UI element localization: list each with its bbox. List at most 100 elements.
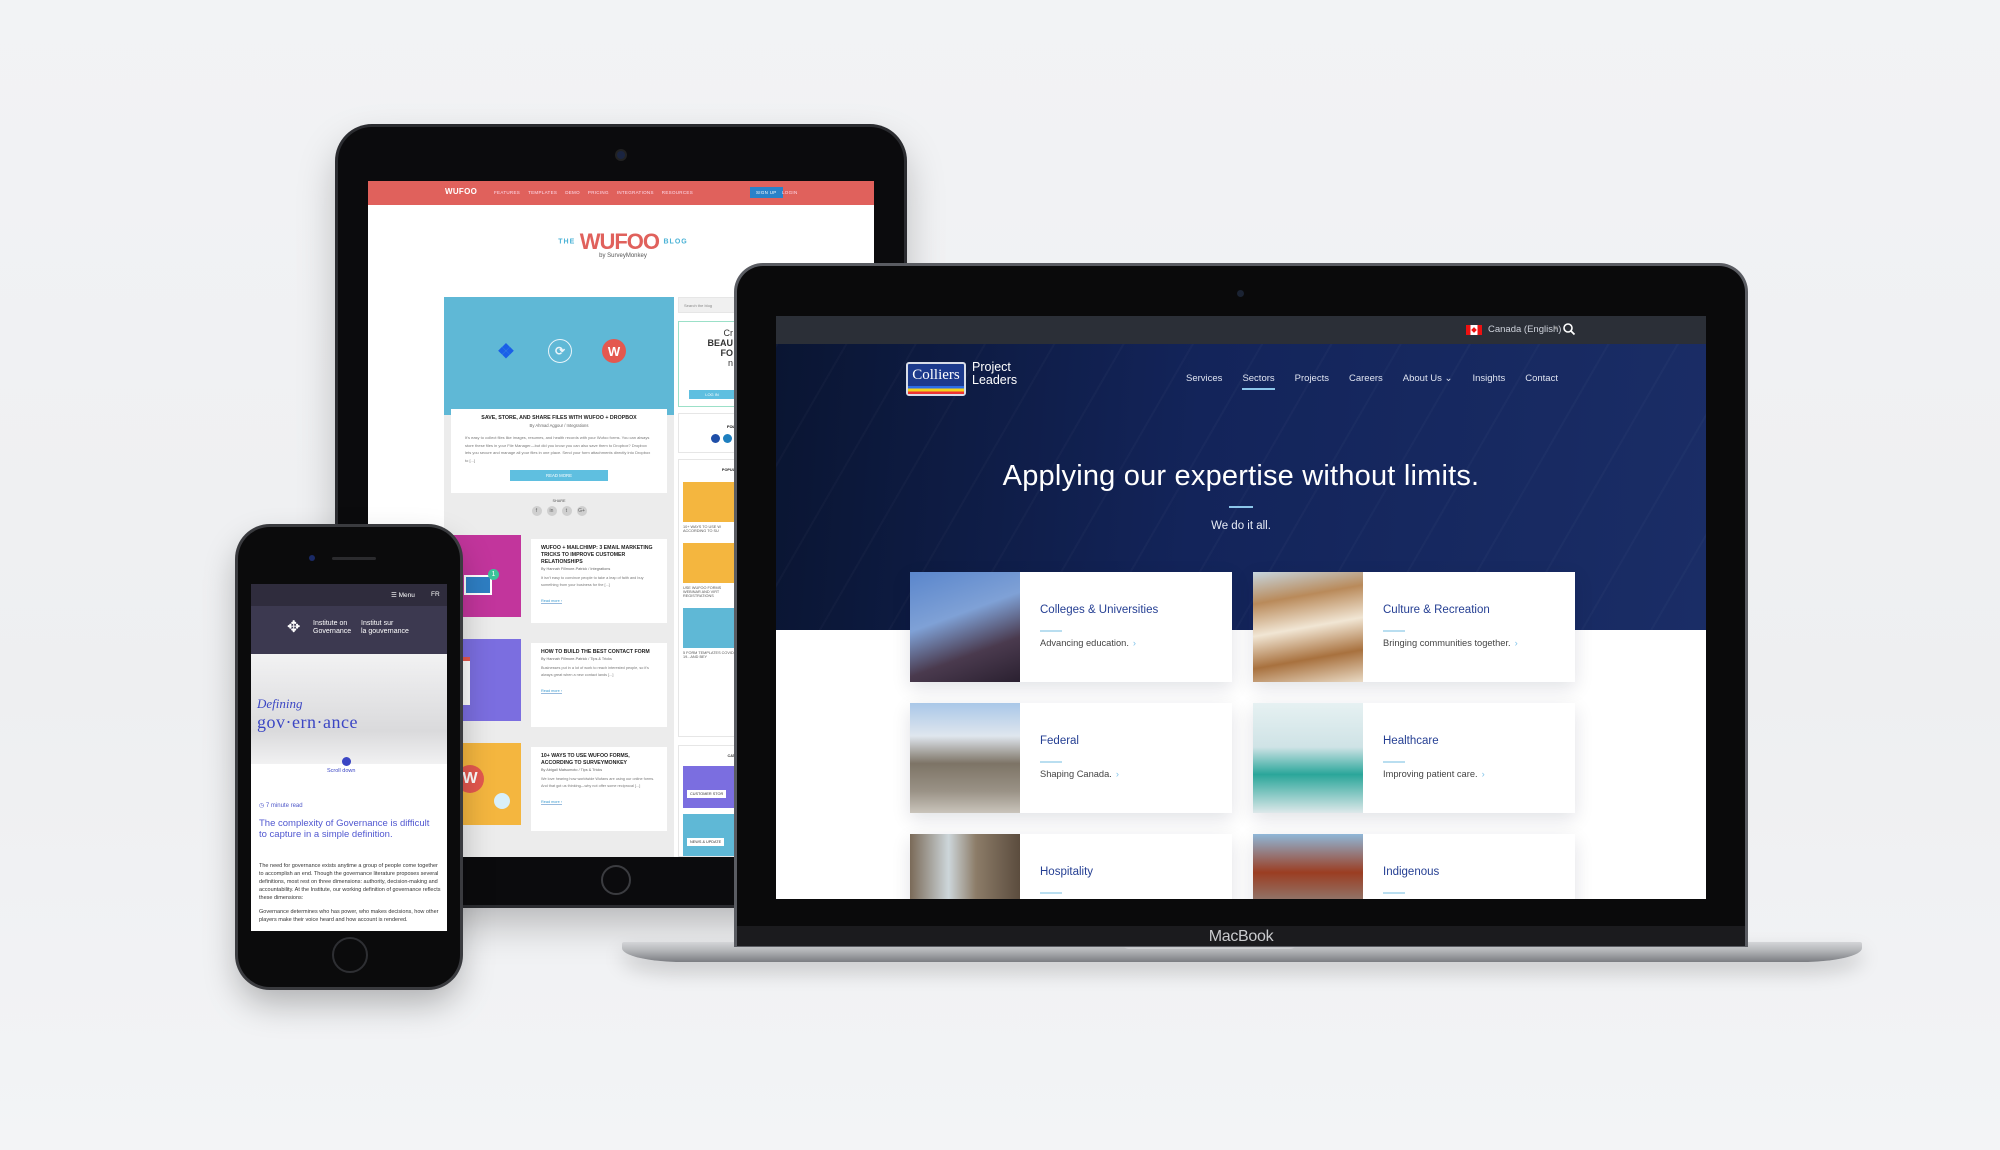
twitter-share-icon[interactable]: t xyxy=(561,506,572,516)
post-title[interactable]: WUFOO + MAILCHIMP: 3 EMAIL MARKETING TRI… xyxy=(541,545,657,566)
institute-logo-icon[interactable]: ✥ xyxy=(287,620,303,636)
nav-insights[interactable]: Insights xyxy=(1472,373,1505,390)
sector-image xyxy=(910,572,1020,682)
popular-item-title[interactable]: USE WUFOO FORMS WEBINAR AND VIRT REGISTR… xyxy=(683,586,737,598)
language-selector[interactable]: Canada (English) xyxy=(1488,324,1561,335)
signup-button[interactable]: SIGN UP xyxy=(750,187,783,198)
nav-link-features[interactable]: FEATURES xyxy=(494,190,520,195)
linkedin-share-icon[interactable]: in xyxy=(546,506,557,516)
nav-services[interactable]: Services xyxy=(1186,373,1222,390)
robot-icon xyxy=(494,793,510,809)
nav-careers[interactable]: Careers xyxy=(1349,373,1383,390)
featured-post-title[interactable]: SAVE, STORE, AND SHARE FILES WITH WUFOO … xyxy=(451,415,667,421)
sector-divider xyxy=(1040,761,1062,763)
sector-subtitle: Advancing education. › xyxy=(1040,638,1136,648)
sector-title[interactable]: Hospitality xyxy=(1040,866,1093,878)
category-tile[interactable]: CUSTOMER STOR xyxy=(683,766,737,808)
nav-link-templates[interactable]: TEMPLATES xyxy=(528,190,557,195)
chevron-right-icon[interactable]: › xyxy=(1482,769,1485,779)
blog-search-input[interactable]: Search the blog xyxy=(678,297,738,313)
sector-title[interactable]: Colleges & Universities xyxy=(1040,604,1158,616)
sector-subtitle: Shaping Canada. › xyxy=(1040,769,1119,779)
sector-card[interactable]: Healthcare Improving patient care. › xyxy=(1253,703,1575,813)
categories-label: CAT xyxy=(727,754,735,758)
language-toggle[interactable]: FR xyxy=(431,591,440,598)
post-read-more-link[interactable]: Read more › xyxy=(541,599,563,604)
sector-divider xyxy=(1383,630,1405,632)
sector-image xyxy=(910,703,1020,813)
read-more-button[interactable]: READ MORE xyxy=(510,470,608,481)
nav-link-demo[interactable]: DEMO xyxy=(565,190,580,195)
article-paragraph: Governance determines who has power, who… xyxy=(259,909,439,923)
wufoo-nav-links: FEATURES TEMPLATES DEMO PRICING INTEGRAT… xyxy=(494,190,693,195)
phone-device: ☰ Menu FR ✥ Institute on Governance Inst… xyxy=(238,527,460,987)
sector-image xyxy=(1253,834,1363,899)
phone-speaker xyxy=(332,557,376,560)
dropbox-icon: ❖ xyxy=(497,340,515,363)
popular-item-title[interactable]: 5 FORM TEMPLATES COVID-19...AND BEY xyxy=(683,651,737,659)
chevron-down-icon: ▾ xyxy=(1554,325,1558,332)
sector-title[interactable]: Federal xyxy=(1040,735,1079,747)
nav-contact[interactable]: Contact xyxy=(1525,373,1558,390)
pull-quote: The complexity of Governance is difficul… xyxy=(259,818,430,840)
read-time: ◷ 7 minute read xyxy=(259,802,303,809)
popular-thumbnail[interactable] xyxy=(683,482,737,522)
popular-thumbnail[interactable] xyxy=(683,543,737,583)
tablet-home-button[interactable] xyxy=(601,865,631,895)
post-read-more-link[interactable]: Read more › xyxy=(541,800,563,805)
chevron-right-icon[interactable]: › xyxy=(1515,638,1518,648)
sector-image xyxy=(1253,572,1363,682)
post-read-more-link[interactable]: Read more › xyxy=(541,689,563,694)
categories-box: CAT CUSTOMER STOR NEWS & UPDATE xyxy=(678,745,738,857)
promo-login-button[interactable]: LOG IN xyxy=(689,390,735,399)
sector-card[interactable]: Hospitality xyxy=(910,834,1232,899)
facebook-icon[interactable] xyxy=(711,434,720,443)
colliers-website-screen: Canada (English) ▾ Colliers Project Lead… xyxy=(776,316,1706,899)
linkedin-icon[interactable] xyxy=(723,434,732,443)
popular-thumbnail[interactable] xyxy=(683,608,737,648)
sector-title[interactable]: Healthcare xyxy=(1383,735,1439,747)
googleplus-share-icon[interactable]: G+ xyxy=(576,506,587,516)
post-title[interactable]: 10+ WAYS TO USE WUFOO FORMS, ACCORDING T… xyxy=(541,753,657,767)
facebook-share-icon[interactable]: f xyxy=(531,506,542,516)
laptop-camera xyxy=(1237,290,1244,297)
sector-card[interactable]: Colleges & Universities Advancing educat… xyxy=(910,572,1232,682)
mobile-top-bar: ☰ Menu FR xyxy=(251,584,447,606)
wufoo-nav-logo[interactable]: WUFOO xyxy=(445,187,477,196)
hamburger-menu-button[interactable]: ☰ Menu xyxy=(391,591,415,599)
sector-card[interactable]: Federal Shaping Canada. › xyxy=(910,703,1232,813)
nav-sectors[interactable]: Sectors xyxy=(1242,373,1275,390)
chevron-right-icon[interactable]: › xyxy=(1116,769,1119,779)
chevron-right-icon[interactable]: › xyxy=(1133,638,1136,648)
nav-about-us[interactable]: About Us ⌄ xyxy=(1403,373,1453,390)
sector-title[interactable]: Indigenous xyxy=(1383,866,1439,878)
post-excerpt: It isn't easy to convince people to take… xyxy=(541,576,644,587)
laptop-brand-label: MacBook xyxy=(1208,928,1274,945)
nav-projects[interactable]: Projects xyxy=(1295,373,1329,390)
popular-item-title[interactable]: 10+ WAYS TO USE W ACCORDING TO SU xyxy=(683,525,737,533)
share-label: SHARE xyxy=(552,499,566,503)
hero-title: Applying our expertise without limits. xyxy=(1002,460,1480,492)
phone-home-button[interactable] xyxy=(332,937,368,973)
scroll-down-label[interactable]: Scroll down xyxy=(327,768,355,774)
post-title[interactable]: HOW TO BUILD THE BEST CONTACT FORM xyxy=(541,649,657,656)
article-paragraph: The need for governance exists anytime a… xyxy=(259,863,441,901)
promo-line: n xyxy=(727,358,733,368)
sector-card[interactable]: Indigenous xyxy=(1253,834,1575,899)
nav-link-integrations[interactable]: INTEGRATIONS xyxy=(617,190,654,195)
sector-card[interactable]: Culture & Recreation Bringing communitie… xyxy=(1253,572,1575,682)
wufoo-nav: WUFOO FEATURES TEMPLATES DEMO PRICING IN… xyxy=(368,181,874,205)
category-tile[interactable]: NEWS & UPDATE xyxy=(683,814,737,856)
blog-main-column: ❖ ⟳ W SAVE, STORE, AND SHARE FILES WITH … xyxy=(444,297,674,857)
scroll-down-icon[interactable] xyxy=(342,757,351,766)
nav-link-pricing[interactable]: PRICING xyxy=(588,190,609,195)
colliers-logo[interactable]: Colliers xyxy=(906,362,966,396)
post-meta: By Hannah Fillmore-Patrick / Integration… xyxy=(541,567,611,571)
search-icon[interactable] xyxy=(1562,322,1576,336)
sector-title[interactable]: Culture & Recreation xyxy=(1383,604,1490,616)
login-link[interactable]: LOGIN xyxy=(782,190,798,195)
org-name-line: Governance xyxy=(313,628,352,635)
article-body: The need for governance exists anytime a… xyxy=(259,862,441,924)
nav-link-resources[interactable]: RESOURCES xyxy=(662,190,693,195)
post-excerpt: We love hearing how worldwide Wufans are… xyxy=(541,777,655,788)
